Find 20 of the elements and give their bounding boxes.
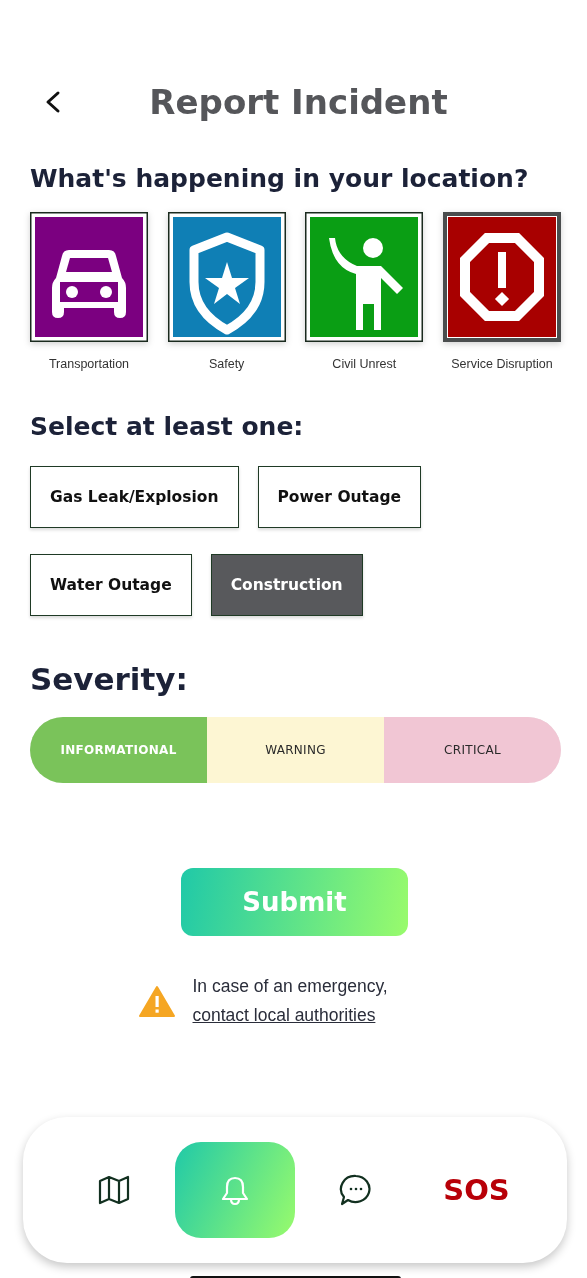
page-title: Report Incident — [149, 81, 448, 124]
option-chip[interactable]: Gas Leak/Explosion — [30, 466, 239, 528]
map-icon — [96, 1173, 131, 1207]
option-chip[interactable]: Power Outage — [257, 466, 422, 528]
option-chip[interactable]: Water Outage — [30, 554, 192, 616]
category-button[interactable]: Civil Unrest — [305, 212, 424, 372]
section-heading: Severity: — [30, 662, 189, 696]
warning-icon — [138, 985, 175, 1017]
severity-segment[interactable]: CRITICAL — [384, 717, 561, 783]
category-button[interactable]: Transportation — [30, 212, 148, 372]
sos-tab[interactable]: SOS — [416, 1142, 537, 1238]
option-chip[interactable]: Construction — [210, 554, 363, 616]
section-heading: What's happening in your location? — [30, 166, 530, 192]
category-button[interactable]: Service Disruption — [442, 212, 561, 372]
category-button[interactable]: Safety — [167, 212, 286, 372]
authorities-link[interactable]: contact local authorities — [192, 1005, 376, 1025]
severity-segment[interactable]: WARNING — [207, 717, 384, 783]
section-heading: Select at least one: — [30, 413, 305, 440]
emergency-note: In case of an emergency, contact local authorities — [192, 975, 389, 1027]
chat-bubble-icon — [338, 1173, 373, 1207]
